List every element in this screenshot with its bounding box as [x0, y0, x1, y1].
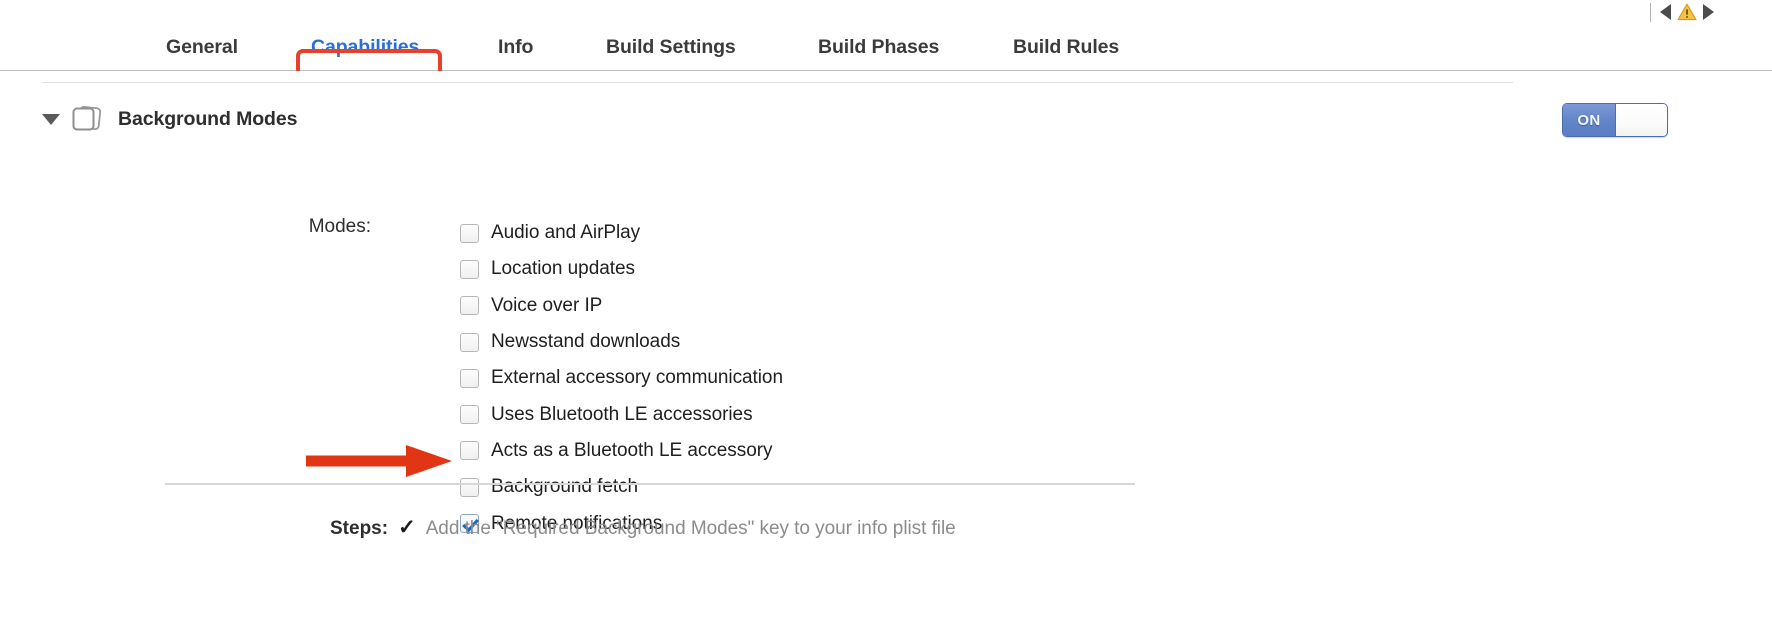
mode-row[interactable]: Background fetch	[460, 469, 783, 505]
check-icon: ✓	[398, 516, 416, 539]
section-title: Background Modes	[118, 107, 298, 130]
mode-label: Location updates	[491, 258, 635, 280]
steps-description: Add the "Required Background Modes" key …	[425, 518, 956, 539]
mode-label: Newsstand downloads	[491, 331, 681, 353]
section-top-divider	[42, 82, 1513, 83]
triangle-left-icon[interactable]	[1660, 4, 1671, 20]
checkbox-newsstand-downloads[interactable]	[460, 332, 479, 352]
mode-row[interactable]: External accessory communication	[460, 360, 783, 396]
checkbox-uses-bluetooth-le-accessories[interactable]	[460, 405, 479, 425]
mode-label: External accessory communication	[491, 367, 783, 389]
checkbox-external-accessory-communication[interactable]	[460, 368, 479, 388]
capabilities-panel: Background Modes ON	[0, 71, 1772, 642]
modes-checkbox-list: Audio and AirPlay Location updates Voice o…	[460, 215, 783, 542]
mode-row[interactable]: Location updates	[460, 251, 783, 287]
mode-row[interactable]: Uses Bluetooth LE accessories	[460, 396, 783, 432]
mode-label: Uses Bluetooth LE accessories	[491, 403, 753, 425]
issue-navigation-controls	[1650, 1, 1714, 23]
mode-label: Acts as a Bluetooth LE accessory	[491, 439, 773, 461]
checkbox-voice-over-ip[interactable]	[460, 296, 479, 316]
editor-tab-bar: General Capabilities Info Build Settings Bui…	[0, 24, 1772, 94]
toolbar-separator	[1650, 2, 1651, 22]
tab-build-rules[interactable]: Build Rules	[1007, 33, 1125, 62]
tab-capabilities[interactable]: Capabilities	[305, 33, 425, 62]
mode-label: Voice over IP	[491, 294, 603, 316]
tab-build-phases[interactable]: Build Phases	[812, 33, 945, 62]
steps-label: Steps:	[330, 518, 389, 539]
checkbox-audio-and-airplay[interactable]	[460, 223, 479, 243]
triangle-down-icon[interactable]	[42, 113, 60, 125]
toggle-knob[interactable]	[1615, 104, 1667, 136]
annotation-arrow-icon	[306, 445, 452, 477]
triangle-right-icon[interactable]	[1703, 4, 1714, 20]
toolbar-strip	[0, 0, 1772, 24]
mode-row[interactable]: Acts as a Bluetooth LE accessory	[460, 433, 783, 469]
tab-general[interactable]: General	[160, 33, 244, 62]
background-modes-header[interactable]: Background Modes	[42, 104, 297, 134]
mode-row[interactable]: Newsstand downloads	[460, 324, 783, 360]
warning-triangle-icon[interactable]	[1677, 3, 1697, 21]
mode-row[interactable]: Voice over IP	[460, 288, 783, 324]
mode-row[interactable]: Audio and AirPlay	[460, 215, 783, 251]
mode-label: Audio and AirPlay	[491, 222, 641, 244]
steps-row: Steps: ✓ Add the "Required Background Mo…	[330, 517, 956, 540]
background-modes-toggle[interactable]: ON	[1562, 103, 1668, 137]
mode-label: Background fetch	[491, 476, 639, 498]
tab-info[interactable]: Info	[492, 33, 539, 62]
tab-build-settings[interactable]: Build Settings	[600, 33, 742, 62]
toggle-on-label: ON	[1563, 104, 1615, 136]
checkbox-location-updates[interactable]	[460, 259, 479, 279]
modes-label-text: Modes:	[308, 216, 371, 237]
steps-divider	[165, 483, 1135, 485]
stacked-cards-icon	[72, 105, 102, 131]
